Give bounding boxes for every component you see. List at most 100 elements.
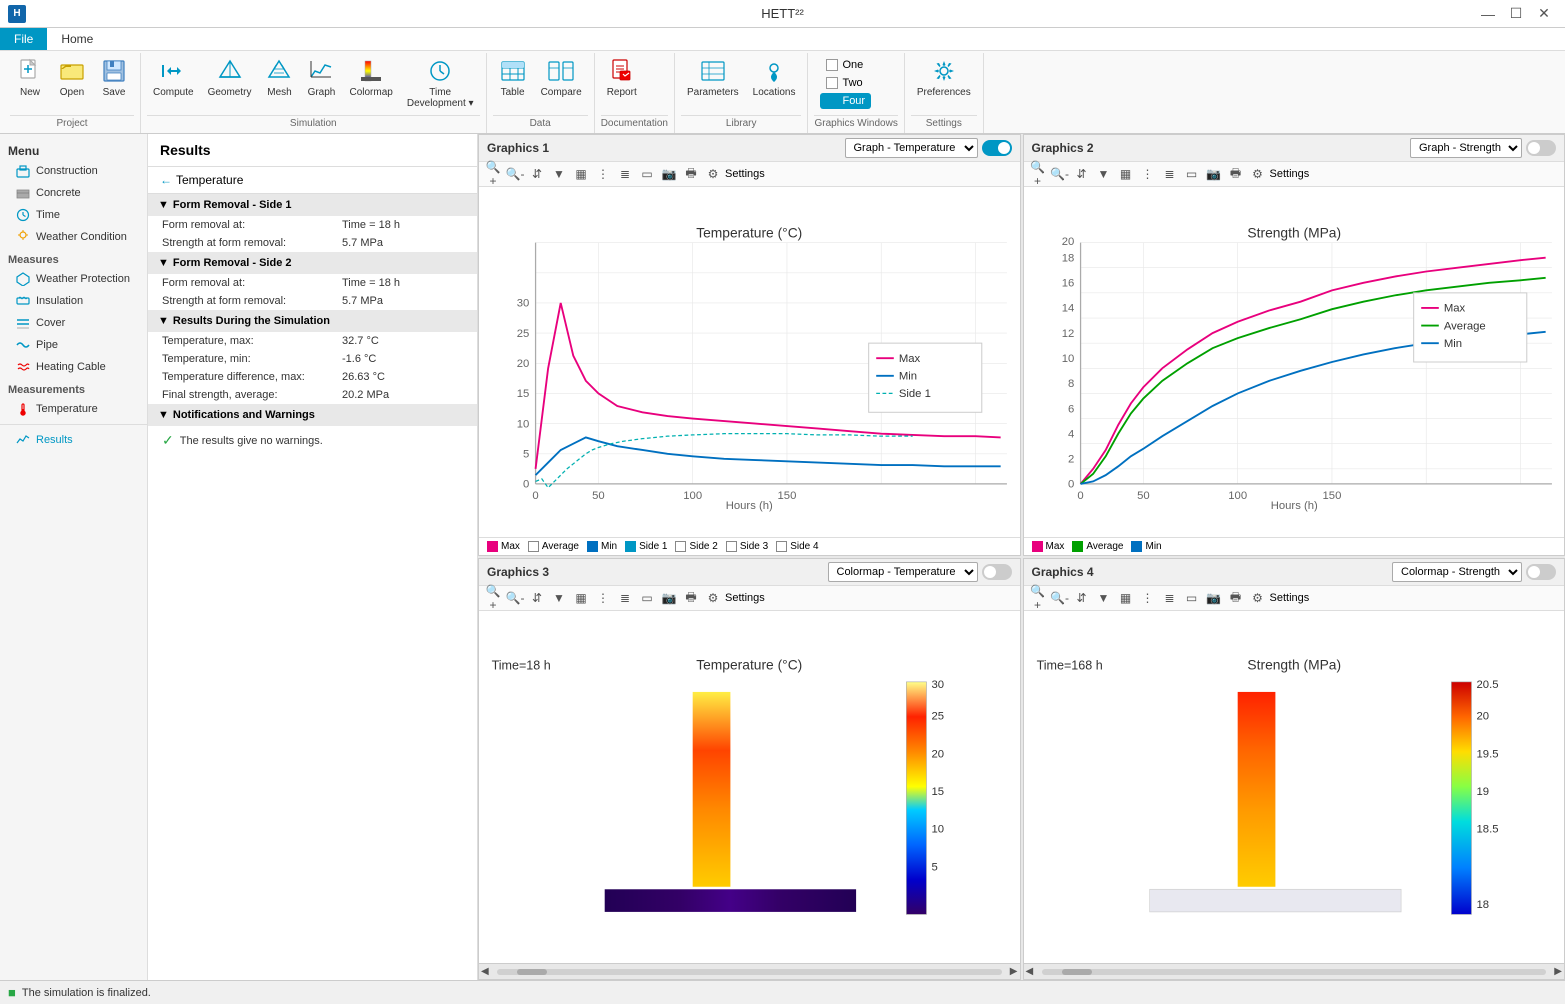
sidebar-item-weathercondition[interactable]: Weather Condition bbox=[0, 226, 147, 248]
g1-print[interactable]: 🖶 bbox=[681, 164, 701, 184]
g1-check-avg[interactable]: Average bbox=[528, 541, 579, 552]
g2-check-avg[interactable]: Average bbox=[1072, 541, 1123, 552]
g2-print[interactable]: 🖶 bbox=[1226, 164, 1246, 184]
new-button[interactable]: New bbox=[10, 53, 50, 102]
g2-check-min[interactable]: Min bbox=[1131, 541, 1161, 552]
g1-check-side4[interactable]: Side 4 bbox=[776, 541, 818, 552]
g3-dropdown-btn[interactable]: ▼ bbox=[549, 588, 569, 608]
mesh-button[interactable]: Mesh bbox=[259, 53, 299, 102]
g3-rows[interactable]: ≣ bbox=[615, 588, 635, 608]
g2-check-max[interactable]: Max bbox=[1032, 541, 1065, 552]
geometry-button[interactable]: Geometry bbox=[202, 53, 258, 102]
g1-settings-btn[interactable]: ⚙ bbox=[703, 164, 723, 184]
table-button[interactable]: Table bbox=[493, 53, 533, 102]
g3-scroll-right[interactable]: ▶ bbox=[1010, 966, 1018, 977]
g4-cols[interactable]: ⋮ bbox=[1138, 588, 1158, 608]
sidebar-item-construction[interactable]: Construction bbox=[0, 160, 147, 182]
graphics4-toggle[interactable] bbox=[1526, 564, 1556, 580]
g4-zoom-out[interactable]: 🔍- bbox=[1050, 588, 1070, 608]
graphics3-toggle[interactable] bbox=[982, 564, 1012, 580]
formremoval1-section[interactable]: ▼ Form Removal - Side 1 bbox=[148, 194, 477, 216]
g1-zoom-all[interactable]: ⇵ bbox=[527, 164, 547, 184]
g3-settings-btn[interactable]: ⚙ bbox=[703, 588, 723, 608]
g4-dropdown-btn[interactable]: ▼ bbox=[1094, 588, 1114, 608]
formremoval2-section[interactable]: ▼ Form Removal - Side 2 bbox=[148, 252, 477, 274]
graphics1-toggle[interactable] bbox=[982, 140, 1012, 156]
g1-grid[interactable]: ▦ bbox=[571, 164, 591, 184]
sidebar-item-weatherprotection[interactable]: Weather Protection bbox=[0, 268, 147, 290]
sidebar-item-results[interactable]: Results bbox=[0, 429, 147, 451]
minimize-button[interactable]: — bbox=[1475, 1, 1501, 27]
g1-check-side1[interactable]: Side 1 bbox=[625, 541, 667, 552]
g1-screenshot[interactable]: 📷 bbox=[659, 164, 679, 184]
g3-zoom-all[interactable]: ⇵ bbox=[527, 588, 547, 608]
g2-settings-btn[interactable]: ⚙ bbox=[1248, 164, 1268, 184]
report-button[interactable]: Report bbox=[601, 53, 643, 102]
sidebar-item-heatingcable[interactable]: Heating Cable bbox=[0, 356, 147, 378]
g2-zoom-out[interactable]: 🔍- bbox=[1050, 164, 1070, 184]
radio-two[interactable]: Two bbox=[820, 75, 871, 91]
g3-scroll-left[interactable]: ◀ bbox=[481, 966, 489, 977]
g4-zoom-in[interactable]: 🔍+ bbox=[1028, 588, 1048, 608]
g4-screenshot[interactable]: 📷 bbox=[1204, 588, 1224, 608]
tab-home[interactable]: Home bbox=[47, 28, 107, 50]
g2-screenshot[interactable]: 📷 bbox=[1204, 164, 1224, 184]
radio-four[interactable]: Four bbox=[820, 93, 871, 109]
g1-check-min[interactable]: Min bbox=[587, 541, 617, 552]
graphics1-dropdown[interactable]: Graph - Temperature bbox=[845, 138, 978, 158]
g1-rows[interactable]: ≣ bbox=[615, 164, 635, 184]
g4-print[interactable]: 🖶 bbox=[1226, 588, 1246, 608]
g4-settings-btn[interactable]: ⚙ bbox=[1248, 588, 1268, 608]
simulation-section[interactable]: ▼ Results During the Simulation bbox=[148, 310, 477, 332]
g1-check-side2[interactable]: Side 2 bbox=[675, 541, 717, 552]
g3-cols[interactable]: ⋮ bbox=[593, 588, 613, 608]
colormap-button[interactable]: Colormap bbox=[343, 53, 398, 102]
g2-dropdown-btn[interactable]: ▼ bbox=[1094, 164, 1114, 184]
sidebar-item-time[interactable]: Time bbox=[0, 204, 147, 226]
radio-one[interactable]: One bbox=[820, 57, 871, 73]
locations-button[interactable]: Locations bbox=[747, 53, 802, 102]
graphics3-dropdown[interactable]: Colormap - Temperature bbox=[828, 562, 978, 582]
compare-button[interactable]: Compare bbox=[535, 53, 588, 102]
notifications-section[interactable]: ▼ Notifications and Warnings bbox=[148, 404, 477, 426]
preferences-button[interactable]: Preferences bbox=[911, 53, 977, 102]
sidebar-item-cover[interactable]: Cover bbox=[0, 312, 147, 334]
g3-grid[interactable]: ▦ bbox=[571, 588, 591, 608]
graphics2-dropdown[interactable]: Graph - Strength bbox=[1410, 138, 1522, 158]
g4-grid[interactable]: ▦ bbox=[1116, 588, 1136, 608]
g4-aspect[interactable]: ▭ bbox=[1182, 588, 1202, 608]
compute-button[interactable]: Compute bbox=[147, 53, 200, 102]
close-button[interactable]: ✕ bbox=[1531, 1, 1557, 27]
g4-scroll-right[interactable]: ▶ bbox=[1554, 966, 1562, 977]
g3-zoom-in[interactable]: 🔍+ bbox=[483, 588, 503, 608]
sidebar-item-temperature[interactable]: Temperature bbox=[0, 398, 147, 420]
tab-file[interactable]: File bbox=[0, 28, 47, 50]
maximize-button[interactable]: ☐ bbox=[1503, 1, 1529, 27]
g1-dropdown-btn[interactable]: ▼ bbox=[549, 164, 569, 184]
g2-zoom-in[interactable]: 🔍+ bbox=[1028, 164, 1048, 184]
sidebar-item-concrete[interactable]: Concrete bbox=[0, 182, 147, 204]
graphics4-dropdown[interactable]: Colormap - Strength bbox=[1392, 562, 1522, 582]
g1-cols[interactable]: ⋮ bbox=[593, 164, 613, 184]
g4-scroll-left[interactable]: ◀ bbox=[1026, 966, 1034, 977]
g3-aspect[interactable]: ▭ bbox=[637, 588, 657, 608]
g1-zoom-in[interactable]: 🔍+ bbox=[483, 164, 503, 184]
g4-rows[interactable]: ≣ bbox=[1160, 588, 1180, 608]
g2-grid[interactable]: ▦ bbox=[1116, 164, 1136, 184]
open-button[interactable]: Open bbox=[52, 53, 92, 102]
sidebar-item-pipe[interactable]: Pipe bbox=[0, 334, 147, 356]
parameters-button[interactable]: Parameters bbox=[681, 53, 745, 102]
g2-cols[interactable]: ⋮ bbox=[1138, 164, 1158, 184]
g2-zoom-all[interactable]: ⇵ bbox=[1072, 164, 1092, 184]
g3-print[interactable]: 🖶 bbox=[681, 588, 701, 608]
g2-rows[interactable]: ≣ bbox=[1160, 164, 1180, 184]
timedevelopment-button[interactable]: TimeDevelopment ▾ bbox=[401, 53, 480, 113]
g3-zoom-out[interactable]: 🔍- bbox=[505, 588, 525, 608]
sidebar-item-insulation[interactable]: Insulation bbox=[0, 290, 147, 312]
graphics2-toggle[interactable] bbox=[1526, 140, 1556, 156]
g2-aspect[interactable]: ▭ bbox=[1182, 164, 1202, 184]
g1-check-max[interactable]: Max bbox=[487, 541, 520, 552]
g1-zoom-out[interactable]: 🔍- bbox=[505, 164, 525, 184]
g3-scroll-thumb[interactable] bbox=[517, 969, 547, 975]
g1-aspect[interactable]: ▭ bbox=[637, 164, 657, 184]
